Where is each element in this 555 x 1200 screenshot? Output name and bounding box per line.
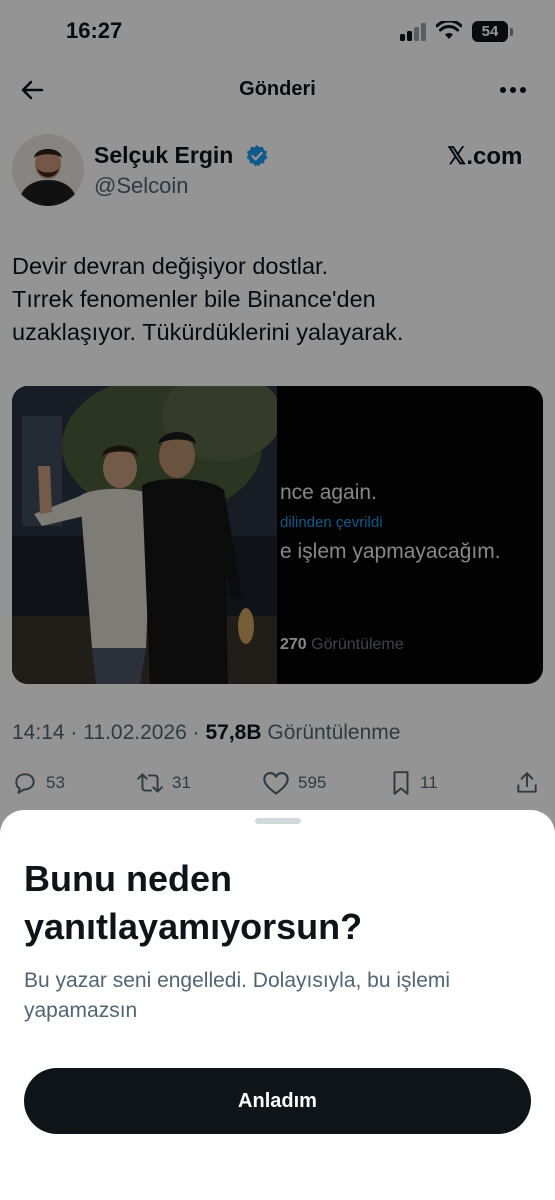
sheet-grabber[interactable] — [255, 818, 301, 824]
sheet-title-line: Bunu neden — [24, 858, 232, 899]
understood-button[interactable]: Anladım — [24, 1068, 531, 1134]
sheet-title: Bunu neden yanıtlayamıyorsun? — [24, 855, 534, 951]
sheet-body: Bu yazar seni engelledi. Dolayısıyla, bu… — [24, 966, 534, 1026]
post-detail-screen: 16:27 54 Gönderi Selçuk Ergin @Selcoin 𝕏… — [0, 0, 555, 1200]
sheet-title-line: yanıtlayamıyorsun? — [24, 906, 363, 947]
sheet-body-line: Bu yazar seni engelledi. Dolayısıyla, bu… — [24, 969, 451, 992]
sheet-body-line: yapamazsın — [24, 999, 138, 1022]
